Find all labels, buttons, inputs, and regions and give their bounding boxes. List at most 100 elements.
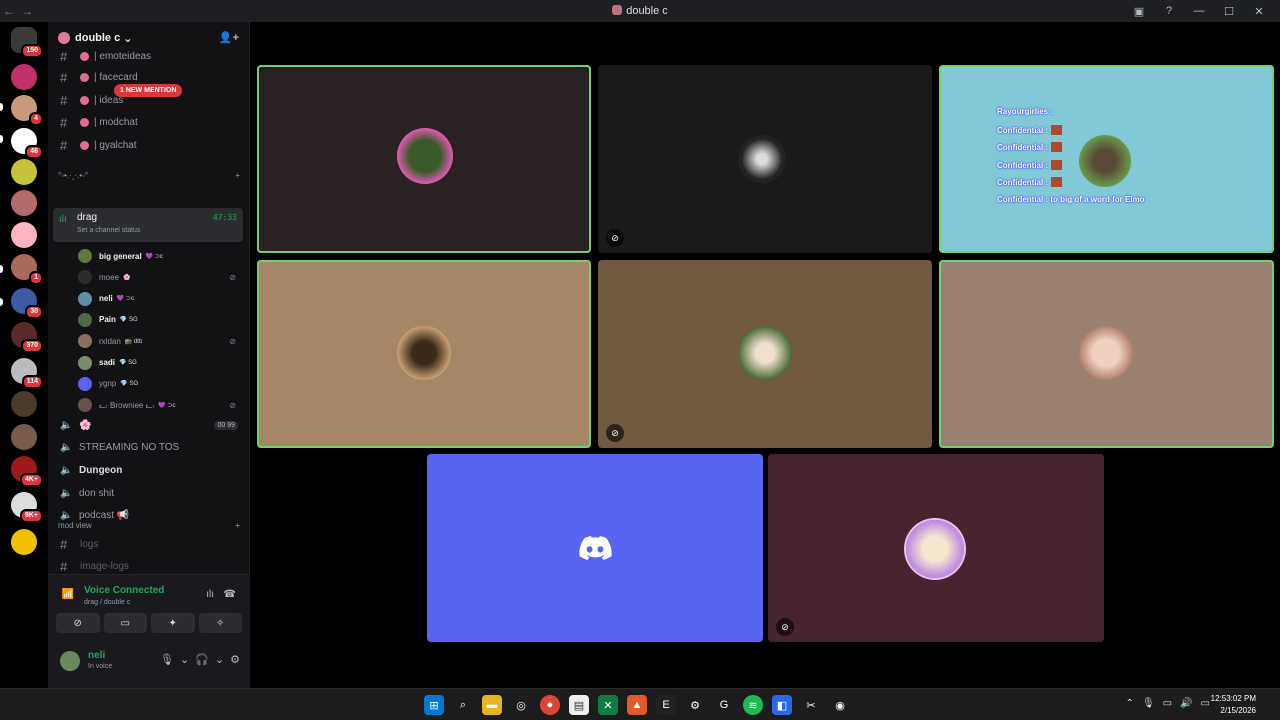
app-icon[interactable]: ◧ (772, 695, 792, 715)
chevron-down-icon[interactable]: ⌄ (180, 653, 189, 666)
server-icon[interactable] (11, 529, 37, 555)
channel-gyalchat[interactable]: # | gyalchat (54, 135, 244, 155)
search-icon[interactable]: ⌕ (453, 695, 473, 715)
camera-off-button[interactable]: ⊘ (56, 613, 100, 633)
noise-suppression-icon[interactable]: ılı (206, 589, 214, 600)
activities-button[interactable]: ✦ (151, 613, 195, 633)
server-icon[interactable]: 9K+ (11, 492, 43, 523)
notes-icon[interactable]: ▤ (569, 695, 589, 715)
participant-tile[interactable] (257, 260, 591, 448)
voice-user[interactable]: big general 💜 ⊃c (78, 246, 242, 266)
server-icon[interactable]: 30 (11, 288, 43, 319)
voice-user[interactable]: sadi 💎 SG (78, 353, 242, 373)
server-icon[interactable] (11, 159, 37, 185)
gear-icon[interactable]: ⚙ (230, 653, 240, 666)
participant-tile[interactable]: ⊘ (598, 65, 932, 253)
server-icon[interactable] (11, 391, 37, 417)
help-icon[interactable]: ? (1154, 5, 1184, 17)
hash-icon: # (60, 137, 68, 153)
display-icon[interactable]: ▭ (1163, 698, 1172, 709)
voice-channel[interactable]: 🔈 Dungeon (54, 460, 244, 480)
avatar[interactable] (60, 651, 80, 671)
settings-icon[interactable]: ⚙ (685, 695, 705, 715)
microphone-icon[interactable]: 🎙 (1142, 698, 1155, 709)
screen-share-button[interactable]: ▭ (103, 613, 147, 633)
file-explorer-icon[interactable]: ▬ (482, 695, 502, 715)
server-icon[interactable]: 4 (11, 95, 43, 126)
voice-user[interactable]: ygnp 💎 SG (78, 374, 242, 394)
forward-arrow-icon[interactable]: → (18, 0, 36, 22)
voice-channel[interactable]: 🔈 don shit (54, 483, 244, 503)
signal-icon[interactable]: 📶 (60, 587, 76, 603)
voice-status[interactable]: Voice Connected (84, 585, 164, 596)
voice-user[interactable]: Pain 💎 SG (78, 310, 242, 330)
server-icon[interactable] (11, 222, 37, 248)
participant-tile[interactable]: Rayourgirlies : Confidential : Confident… (939, 65, 1274, 253)
plus-icon[interactable]: + (235, 521, 240, 530)
voice-user[interactable]: rxldan 🕋 dtb ⊘ (78, 331, 242, 351)
participant-tile[interactable]: ⊘ (768, 454, 1104, 642)
chevron-down-icon: ⌄ (120, 32, 133, 45)
voice-channel[interactable]: 🔈 STREAMING NO TOS (54, 438, 244, 458)
invite-icon[interactable]: 👤+ (219, 31, 239, 44)
voice-user[interactable]: neli 💜 ⊃c (78, 289, 242, 309)
chrome-icon[interactable]: ● (540, 695, 560, 715)
app-icon[interactable]: ▲ (627, 695, 647, 715)
server-icon[interactable]: 4K+ (11, 456, 43, 487)
participant-tile[interactable] (427, 454, 763, 642)
chevron-down-icon[interactable]: ⌄ (215, 653, 224, 666)
server-icon[interactable] (11, 64, 37, 90)
server-icon[interactable]: 114 (11, 358, 43, 389)
user-name: ygnp (99, 379, 117, 389)
soundboard-button[interactable]: ✧ (198, 613, 242, 633)
participant-tile[interactable] (939, 260, 1274, 448)
category-mod-view[interactable]: mod view + (58, 521, 240, 530)
channel-emoteideas[interactable]: # | emoteideas (54, 50, 244, 66)
server-icon[interactable]: 150 (11, 27, 43, 58)
channel-ideas[interactable]: # | ideas (54, 90, 244, 110)
voice-location[interactable]: drag / double c (84, 599, 130, 606)
category-voice[interactable]: °◦•.·˳·.•◦° + (58, 171, 240, 180)
inbox-icon[interactable]: ▣ (1124, 5, 1154, 18)
spotify-icon[interactable]: ≋ (743, 695, 763, 715)
participant-tile[interactable]: ⊘ (598, 260, 932, 448)
server-icon[interactable] (11, 190, 37, 216)
minimize-button[interactable]: — (1184, 5, 1214, 17)
channel-modchat[interactable]: # | modchat (54, 112, 244, 132)
channel-logs[interactable]: # logs (54, 534, 244, 554)
excel-icon[interactable]: ✕ (598, 695, 618, 715)
voice-channel[interactable]: 🔈 🌸 00 99 (54, 415, 244, 435)
title-bar: ← → double c ▣ ? — ☐ ✕ (0, 0, 1280, 22)
server-icon[interactable]: 1 (11, 254, 43, 285)
server-icon[interactable]: 370 (11, 322, 43, 353)
capcut-icon[interactable]: ✂ (801, 695, 821, 715)
participant-tile[interactable] (257, 65, 591, 253)
disconnect-icon[interactable]: ☎ (224, 589, 236, 600)
channel-status[interactable]: Set a channel status (77, 227, 140, 234)
unread-indicator (0, 298, 3, 306)
battery-icon[interactable]: ▭ (1201, 698, 1210, 709)
voice-user[interactable]: moee 🌸 ⊘ (78, 267, 242, 287)
headphones-icon[interactable]: 🎧 (195, 653, 209, 666)
microphone-icon[interactable]: 🎙 (160, 653, 174, 666)
mention-badge: 9K+ (19, 509, 43, 523)
epic-games-icon[interactable]: E (656, 695, 676, 715)
plus-icon[interactable]: + (235, 171, 240, 180)
chevron-up-icon[interactable]: ⌃ (1126, 698, 1134, 709)
server-icon[interactable]: 46 (11, 128, 43, 159)
flower-emoji-icon (80, 140, 89, 150)
voice-user[interactable]: ᓚ₍ Browniee ᓚ₍ 💜 ⊃c ⊘ (78, 395, 242, 415)
app-icon[interactable]: G (714, 695, 734, 715)
maximize-button[interactable]: ☐ (1214, 5, 1244, 18)
back-arrow-icon[interactable]: ← (0, 0, 18, 22)
steam-icon[interactable]: ◉ (830, 695, 850, 715)
voice-channel-drag[interactable]: ılı drag Set a channel status 47:33 (53, 208, 243, 242)
server-icon[interactable] (11, 424, 37, 450)
close-button[interactable]: ✕ (1244, 5, 1274, 18)
windows-start-icon[interactable]: ⊞ (424, 695, 444, 715)
system-clock[interactable]: 12:53:02 PM 2/15/2026 (1211, 693, 1256, 717)
user-name: sadi (99, 358, 116, 367)
channel-image-logs[interactable]: # image-logs (54, 556, 244, 576)
app-icon[interactable]: ◎ (511, 695, 531, 715)
volume-icon[interactable]: 🔊 (1180, 698, 1192, 709)
